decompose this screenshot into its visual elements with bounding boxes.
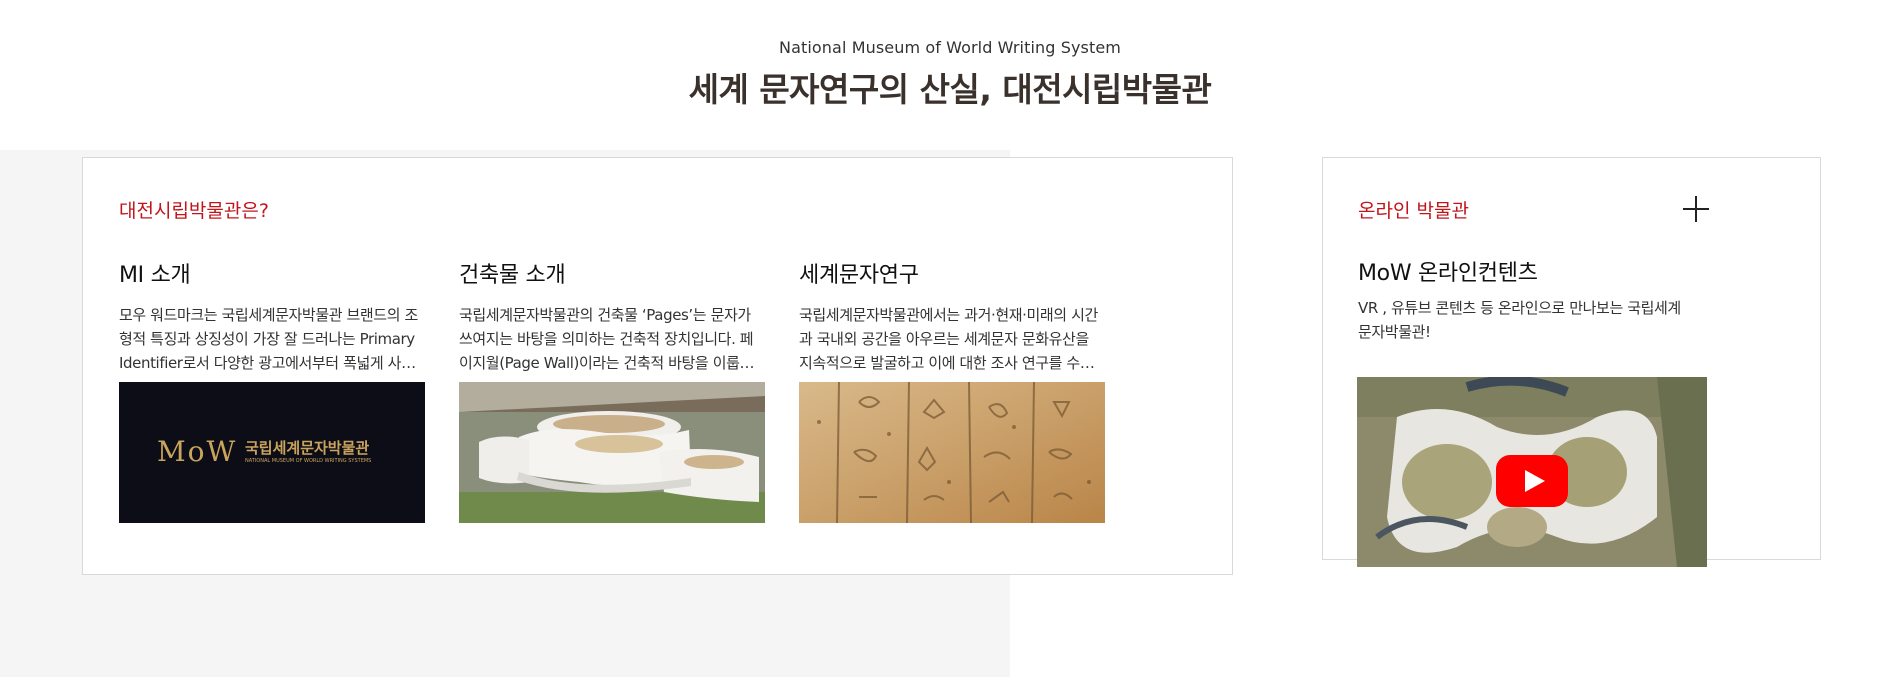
plus-icon[interactable] [1683,196,1709,222]
section-title: 세계 문자연구의 산실, 대전시립박물관 [688,70,1212,109]
hieroglyph-photo-image [799,382,1105,523]
youtube-play-icon[interactable] [1496,455,1568,507]
mi-intro-title[interactable]: MI 소개 [119,257,425,289]
about-label: 대전시립박물관은? [119,200,269,222]
mow-logo-subtext: NATIONAL MUSEUM OF WORLD WRITING SYSTEMS [245,458,372,464]
building-photo-image [459,382,765,523]
writing-research-title[interactable]: 세계문자연구 [799,257,1105,289]
building-intro-item[interactable]: 건축물 소개 국립세계문자박물관의 건축물 ‘Pages’는 문자가 쓰여지는 … [459,257,765,375]
about-museum-card: 대전시립박물관은? MI 소개 모우 워드마크는 국립세계문자박물관 브랜드의 … [82,157,1233,575]
section-header: National Museum of World Writing System … [0,38,1882,111]
writing-research-desc: 국립세계문자박물관에서는 과거·현재·미래의 시간과 국내외 공간을 아우르는 … [799,306,1098,372]
mi-intro-desc: 모우 워드마크는 국립세계문자박물관 브랜드의 조형적 특징과 상징성이 가장 … [119,306,418,372]
online-content-desc: VR , 유튜브 콘텐츠 등 온라인으로 만나보는 국립세계문자박물관! [1358,299,1681,341]
writing-research-item[interactable]: 세계문자연구 국립세계문자박물관에서는 과거·현재·미래의 시간과 국내외 공간… [799,257,1105,375]
online-content-title[interactable]: MoW 온라인컨텐츠 [1358,255,1538,287]
building-intro-desc: 국립세계문자박물관의 건축물 ‘Pages’는 문자가 쓰여지는 바탕을 의미하… [459,306,754,372]
mi-logo-thumbnail[interactable]: MoW 국립세계문자박물관 NATIONAL MUSEUM OF WORLD W… [119,382,425,523]
mow-logo-mark: MoW [157,435,238,468]
building-photo[interactable] [459,382,765,523]
youtube-video-thumbnail[interactable] [1357,377,1707,567]
section-subtitle: National Museum of World Writing System [779,38,1121,57]
mi-intro-item[interactable]: MI 소개 모우 워드마크는 국립세계문자박물관 브랜드의 조형적 특징과 상징… [119,257,425,375]
building-intro-title[interactable]: 건축물 소개 [459,257,765,289]
hieroglyph-photo[interactable] [799,382,1105,523]
mow-logo-text: 국립세계문자박물관 [245,439,370,457]
online-label: 온라인 박물관 [1358,200,1469,222]
mow-logo: MoW 국립세계문자박물관 NATIONAL MUSEUM OF WORLD W… [157,435,389,469]
